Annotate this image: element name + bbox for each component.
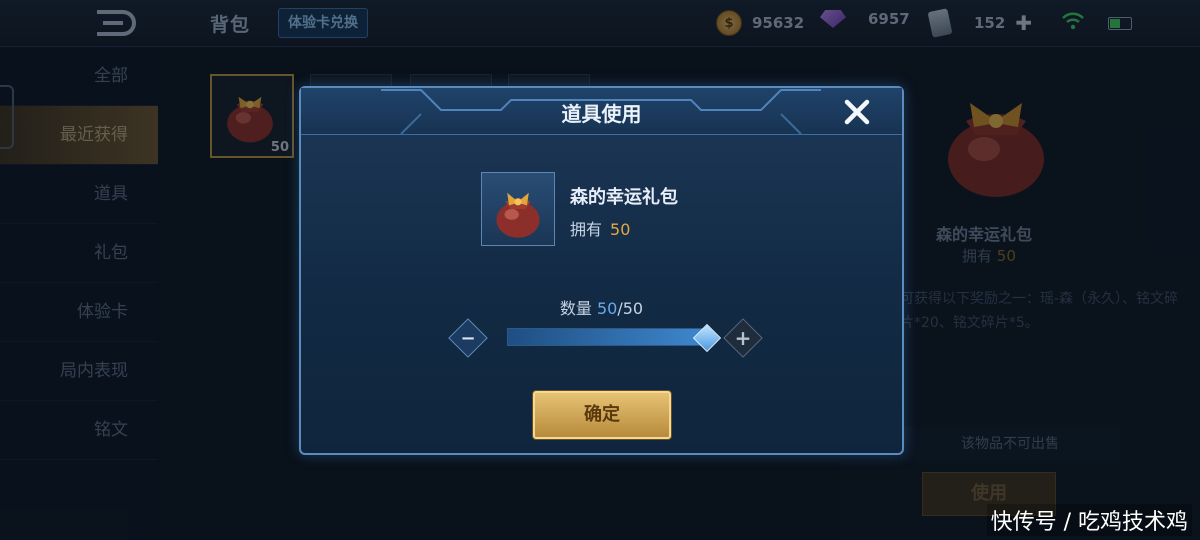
quantity-slider[interactable] xyxy=(507,328,709,346)
quantity-current: 50 xyxy=(597,299,618,318)
quantity-label: 数量 xyxy=(559,299,592,318)
dialog-own-label: 拥有 xyxy=(570,220,603,239)
gift-bag-icon xyxy=(496,192,540,238)
confirm-button[interactable]: 确定 xyxy=(533,391,671,439)
dialog-item-name: 森的幸运礼包 xyxy=(570,187,678,208)
dialog-title: 道具使用 xyxy=(561,102,642,126)
dialog-item-icon xyxy=(481,172,555,246)
dialog-header: 道具使用 xyxy=(301,88,902,135)
minus-icon: − xyxy=(460,327,476,349)
watermark: 快传号 / 吃鸡技术鸡 xyxy=(986,504,1192,536)
decrease-button[interactable]: − xyxy=(448,318,488,358)
dialog-own: 拥有 50 xyxy=(570,216,630,240)
quantity-max: /50 xyxy=(617,299,644,318)
slider-fill xyxy=(508,329,708,345)
quantity-readout: 数量 50/50 xyxy=(301,295,902,319)
dialog-own-count: 50 xyxy=(610,220,631,239)
use-item-dialog: 道具使用 森的幸运礼包 拥有 50 数量 50/50 − + 确定 xyxy=(299,86,904,455)
plus-icon: + xyxy=(734,326,752,350)
close-icon[interactable] xyxy=(842,97,872,127)
increase-button[interactable]: + xyxy=(723,318,763,358)
